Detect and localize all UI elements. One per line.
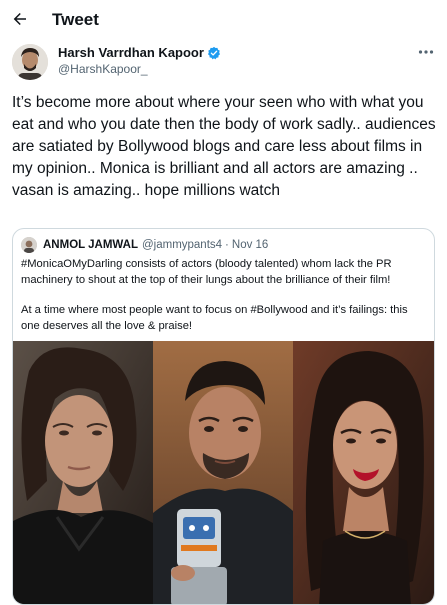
quoted-separator: · bbox=[225, 239, 229, 251]
quoted-tweet-header: ANMOL JAMWAL @jammypants4 · Nov 16 bbox=[21, 237, 268, 253]
quoted-avatar bbox=[21, 237, 37, 253]
more-options-button[interactable] bbox=[415, 43, 437, 61]
author-name-text: Harsh Varrdhan Kapoor bbox=[58, 45, 204, 60]
media-image-2[interactable] bbox=[153, 341, 293, 604]
media-grid bbox=[13, 341, 434, 604]
quoted-author-name: ANMOL JAMWAL bbox=[43, 239, 138, 251]
back-button[interactable] bbox=[6, 5, 34, 33]
media-image-3[interactable] bbox=[293, 341, 434, 604]
page-title: Tweet bbox=[52, 10, 99, 29]
verified-badge-icon bbox=[207, 46, 220, 59]
avatar[interactable] bbox=[12, 44, 48, 80]
author-name[interactable]: Harsh Varrdhan Kapoor bbox=[58, 45, 221, 60]
tweet-author: Harsh Varrdhan Kapoor @HarshKapoor_ bbox=[0, 40, 447, 86]
more-horizontal-icon bbox=[418, 50, 434, 54]
quoted-paragraph-2: At a time where most people want to focu… bbox=[21, 304, 408, 332]
author-handle[interactable]: @HarshKapoor_ bbox=[58, 62, 148, 76]
top-bar: Tweet bbox=[0, 0, 447, 40]
quoted-tweet[interactable]: ANMOL JAMWAL @jammypants4 · Nov 16 #Moni… bbox=[12, 228, 435, 605]
quoted-author-handle: @jammypants4 bbox=[141, 239, 223, 251]
quoted-date: Nov 16 bbox=[231, 239, 269, 251]
quoted-tweet-text: #MonicaOMyDarling consists of actors (bl… bbox=[21, 257, 426, 334]
arrow-left-icon bbox=[13, 13, 26, 25]
quoted-paragraph-1: #MonicaOMyDarling consists of actors (bl… bbox=[21, 258, 392, 286]
tweet-text: It’s become more about where your seen w… bbox=[12, 94, 436, 199]
media-image-1[interactable] bbox=[13, 341, 153, 604]
